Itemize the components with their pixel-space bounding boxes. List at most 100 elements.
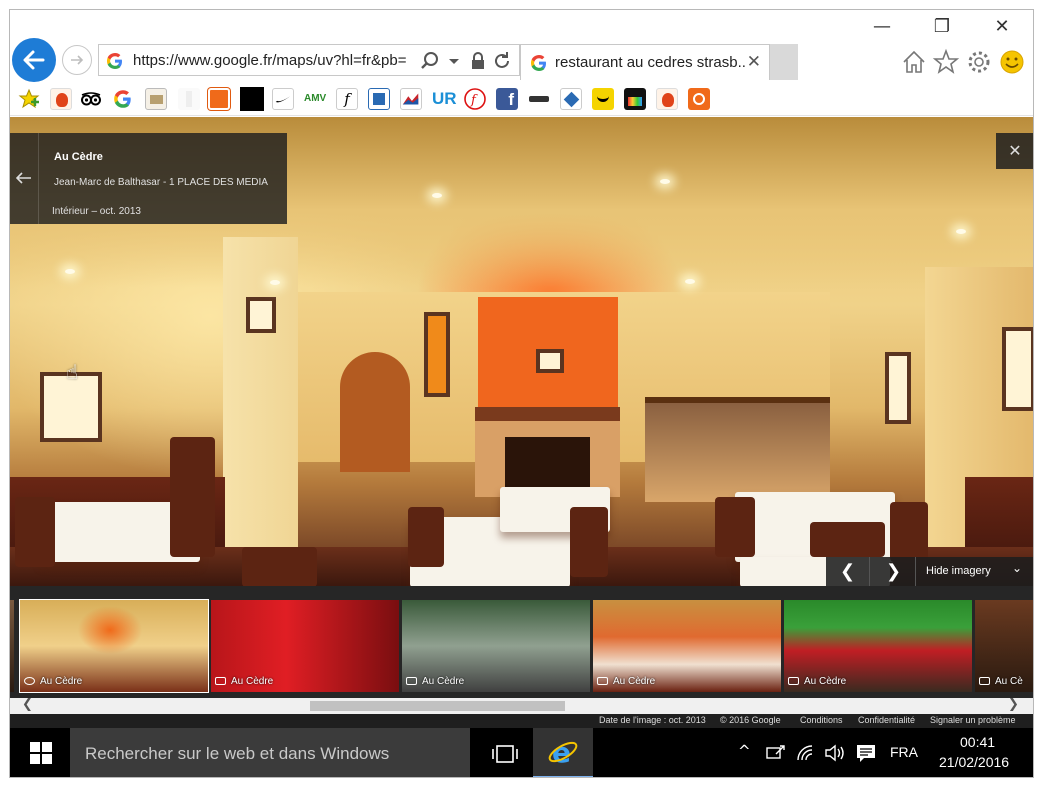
url-text[interactable]: https://www.google.fr/maps/uv?hl=fr&pb= [133, 52, 413, 69]
bag-icon[interactable] [624, 88, 646, 110]
chevron-down-icon[interactable]: ⌄ [1012, 561, 1022, 575]
thumbnail-scrollbar[interactable]: ❮ ❯ [10, 697, 1033, 714]
scrollbar-thumb[interactable] [310, 701, 565, 711]
thumbnail[interactable]: Au Cèdre [593, 600, 781, 692]
camera-icon [979, 677, 990, 685]
conditions-link[interactable]: Conditions [800, 715, 843, 725]
start-button[interactable] [10, 728, 70, 777]
tab-title: restaurant au cedres strasb... [555, 54, 745, 71]
settings-gear-icon[interactable] [965, 48, 993, 76]
package-icon[interactable] [208, 88, 230, 110]
browser-window: — ❐ ✕ https://www.google.fr/maps/uv?hl=f… [9, 9, 1034, 778]
thumbnail-label: Au Cèdre [24, 676, 82, 687]
refresh-icon[interactable] [491, 50, 513, 72]
blank-icon[interactable] [178, 88, 200, 110]
nike-icon[interactable] [272, 88, 294, 110]
task-view-button[interactable] [478, 728, 532, 777]
internet-explorer-taskbar-button[interactable]: e [533, 728, 593, 777]
camera-icon [406, 677, 417, 685]
favorites-star-icon[interactable] [932, 48, 960, 76]
forward-arrow-icon [71, 55, 84, 65]
flash-icon[interactable]: f [464, 88, 486, 110]
taskbar-search-input[interactable]: Rechercher sur le web et dans Windows [70, 728, 470, 777]
scroll-right-icon[interactable]: ❯ [1008, 697, 1019, 712]
clock-time[interactable]: 00:41 [960, 734, 995, 750]
forward-button[interactable] [62, 45, 92, 75]
smile-icon[interactable] [592, 88, 614, 110]
ceiling-light [432, 193, 442, 198]
amv-icon[interactable]: AMV [304, 88, 326, 110]
restore-button[interactable]: ❐ [920, 14, 964, 40]
thumbnail-label: Au Cèdre [788, 676, 846, 687]
volume-icon[interactable] [824, 744, 846, 762]
blue-diamond-icon[interactable] [560, 88, 582, 110]
place-subtitle: Jean-Marc de Balthasar - 1 PLACE DES MED… [54, 177, 268, 188]
info-back-button[interactable] [10, 133, 39, 224]
tripadvisor-icon[interactable] [80, 88, 102, 110]
minimize-button[interactable]: — [860, 14, 904, 40]
address-bar[interactable]: https://www.google.fr/maps/uv?hl=fr&pb= [98, 44, 520, 76]
chair [242, 547, 317, 586]
google-fav-icon[interactable] [112, 88, 134, 110]
tab-close-button[interactable]: ✕ [747, 52, 761, 72]
black-square-icon[interactable] [240, 87, 264, 111]
previous-image-button[interactable]: ❮ [826, 557, 870, 587]
chart-icon[interactable] [400, 88, 422, 110]
scroll-left-icon[interactable]: ❮ [22, 697, 33, 712]
panorama-bar-counter [645, 397, 830, 502]
star-add-icon[interactable] [18, 88, 40, 110]
ur-icon[interactable]: UR [432, 88, 457, 110]
chair [810, 522, 885, 557]
painting [536, 349, 564, 373]
language-indicator[interactable]: FRA [890, 744, 918, 760]
back-button[interactable] [12, 38, 56, 82]
windows-logo-icon [30, 742, 52, 764]
ceiling-light [956, 229, 966, 234]
mail-icon[interactable] [145, 88, 167, 110]
maps-footer: Date de l'image : oct. 2013 © 2016 Googl… [10, 714, 1033, 728]
privacy-link[interactable]: Confidentialité [858, 715, 915, 725]
ceiling-light [270, 280, 280, 285]
task-view-icon [492, 745, 518, 763]
chair [170, 437, 215, 557]
close-panorama-button[interactable]: ✕ [996, 133, 1033, 169]
plane-icon[interactable] [368, 88, 390, 110]
flame-icon[interactable] [50, 88, 72, 110]
thumbnail[interactable]: Au Cè [975, 600, 1033, 692]
painting [885, 352, 911, 424]
thumbnail[interactable]: Au Cèdre [19, 599, 209, 693]
thumbnail[interactable]: Au Cèdre [784, 600, 972, 692]
feedback-smiley-icon[interactable] [998, 48, 1026, 76]
notifications-icon[interactable] [856, 744, 876, 764]
360-icon [24, 677, 35, 685]
panorama-pillar [223, 237, 298, 567]
home-icon[interactable] [900, 48, 928, 76]
report-problem-link[interactable]: Signaler un problème [930, 715, 1016, 725]
wifi-icon[interactable] [796, 744, 816, 762]
chair [15, 497, 55, 567]
router-icon[interactable] [528, 88, 550, 110]
flame-icon-2[interactable] [656, 88, 678, 110]
chair [715, 497, 755, 557]
lock-icon[interactable] [467, 50, 489, 72]
internet-explorer-icon: e [548, 736, 578, 768]
new-tab-button[interactable] [770, 44, 798, 80]
dropdown-arrow-icon[interactable] [443, 50, 465, 72]
thumbnail-label: Au Cè [979, 676, 1023, 687]
f-italic-icon[interactable]: f [336, 88, 358, 110]
thumbnail[interactable]: Au Cèdre [211, 600, 399, 692]
thumbnail[interactable] [10, 600, 14, 692]
hide-imagery-button[interactable]: Hide imagery [926, 565, 991, 577]
place-name[interactable]: Au Cèdre [54, 151, 103, 163]
orange-box-icon[interactable] [688, 88, 710, 110]
show-hidden-icons-button[interactable]: ^ [738, 742, 751, 760]
back-arrow-icon [23, 50, 45, 70]
browser-tab[interactable]: restaurant au cedres strasb... ✕ [520, 44, 770, 80]
next-image-button[interactable]: ❯ [872, 557, 916, 587]
close-window-button[interactable]: ✕ [980, 14, 1024, 40]
facebook-icon[interactable]: f [496, 88, 518, 110]
thumbnail[interactable]: Au Cèdre [402, 600, 590, 692]
clock-date[interactable]: 21/02/2016 [939, 754, 1009, 770]
search-icon[interactable] [419, 50, 441, 72]
network-icon[interactable] [766, 745, 786, 761]
